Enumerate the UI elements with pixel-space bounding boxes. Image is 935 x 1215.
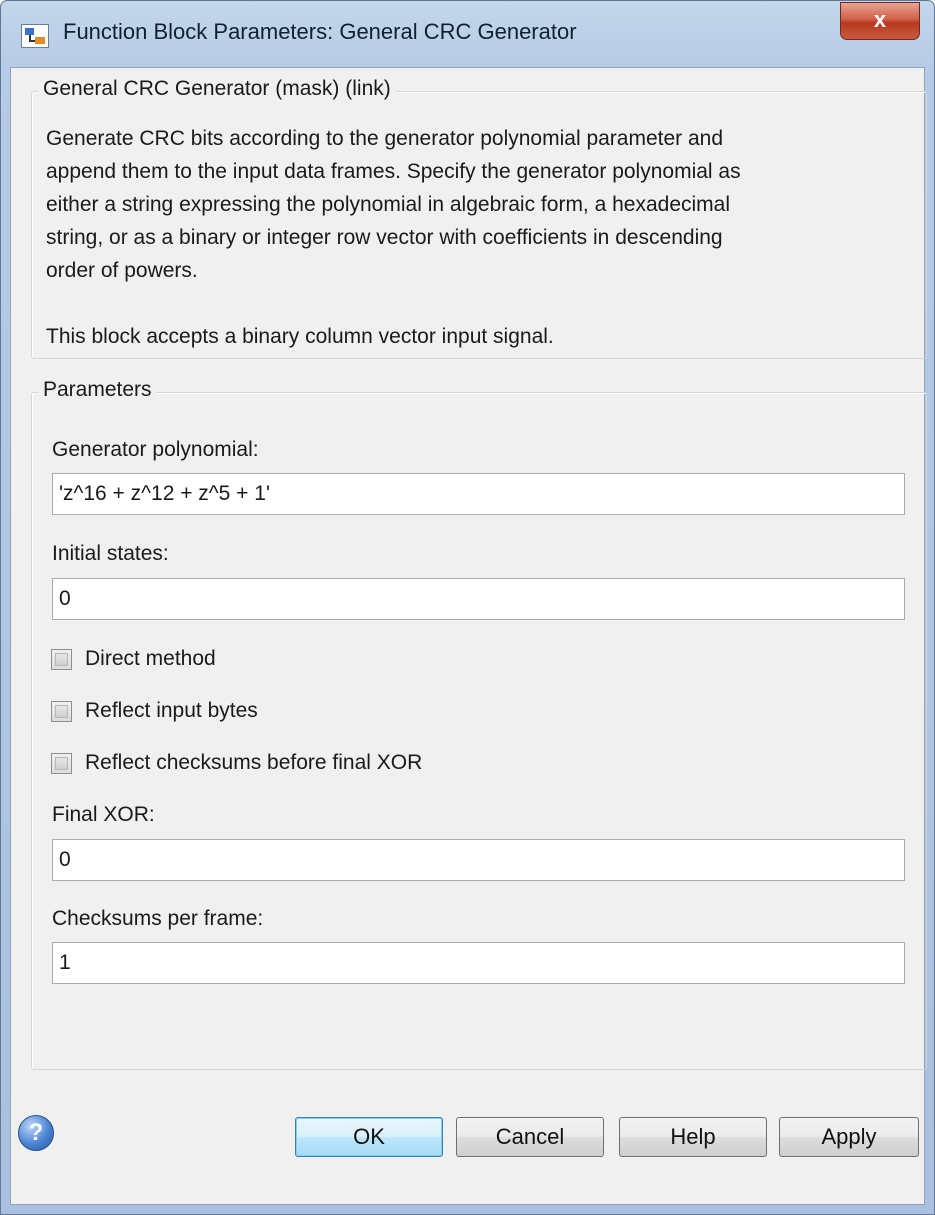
simulink-block-icon (21, 24, 49, 48)
description-groupbox: General CRC Generator (mask) (link) Gene… (31, 77, 927, 359)
cancel-button[interactable]: Cancel (456, 1117, 604, 1157)
dialog-window: Function Block Parameters: General CRC G… (0, 0, 935, 1215)
checksums-per-frame-field[interactable]: 1 (52, 942, 905, 984)
final-xor-label: Final XOR: (52, 803, 155, 826)
reflect-checksums-checkbox[interactable] (51, 753, 72, 774)
direct-method-checkbox[interactable] (51, 649, 72, 670)
generator-polynomial-field[interactable]: 'z^16 + z^12 + z^5 + 1' (52, 473, 905, 515)
dialog-client-area: General CRC Generator (mask) (link) Gene… (10, 67, 927, 1205)
parameters-groupbox: Parameters Generator polynomial: 'z^16 +… (31, 378, 927, 1070)
close-icon: x (873, 7, 887, 32)
help-button[interactable]: Help (619, 1117, 767, 1157)
title-bar[interactable]: Function Block Parameters: General CRC G… (1, 1, 934, 67)
reflect-checksums-label: Reflect checksums before final XOR (85, 751, 423, 774)
reflect-input-bytes-label: Reflect input bytes (85, 699, 258, 722)
help-circle-icon[interactable]: ? (18, 1115, 54, 1151)
ok-button[interactable]: OK (295, 1117, 443, 1157)
initial-states-field[interactable]: 0 (52, 578, 905, 620)
apply-button[interactable]: Apply (779, 1117, 919, 1157)
close-button[interactable]: x (840, 2, 920, 40)
checksums-per-frame-label: Checksums per frame: (52, 907, 264, 930)
window-title: Function Block Parameters: General CRC G… (63, 19, 577, 44)
help-question-mark: ? (28, 1119, 44, 1146)
final-xor-field[interactable]: 0 (52, 839, 905, 881)
reflect-input-bytes-checkbox[interactable] (51, 701, 72, 722)
direct-method-label: Direct method (85, 647, 216, 670)
block-description: Generate CRC bits according to the gener… (46, 127, 741, 348)
description-group-title: General CRC Generator (mask) (link) (38, 77, 396, 101)
initial-states-label: Initial states: (52, 542, 169, 565)
generator-polynomial-label: Generator polynomial: (52, 438, 259, 461)
parameters-group-title: Parameters (38, 378, 157, 402)
